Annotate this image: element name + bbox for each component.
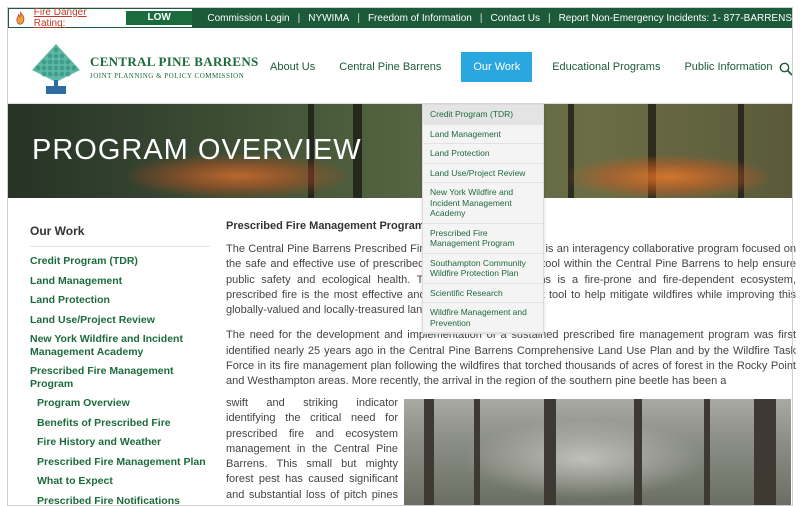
contact-us-link[interactable]: Contact Us <box>490 13 539 24</box>
sidebar-subitem-program-overview[interactable]: Program Overview <box>30 397 210 410</box>
dropdown-item-scientific-research[interactable]: Scientific Research <box>423 284 543 303</box>
search-icon[interactable] <box>779 62 793 76</box>
dropdown-item-southampton-plan[interactable]: Southampton Community Wildfire Protectio… <box>423 254 543 284</box>
beetle-paragraph: swift and striking indicator identifying… <box>226 397 398 506</box>
flame-icon <box>16 11 25 25</box>
dropdown-item-land-use[interactable]: Land Use/Project Review <box>423 164 543 183</box>
hero-banner: PROGRAM OVERVIEW <box>8 104 792 198</box>
tree-trunk <box>754 399 776 506</box>
sidebar-item-land-protection[interactable]: Land Protection <box>30 294 210 307</box>
utility-bar: Fire Danger Rating: LOW Commission Login… <box>8 7 792 29</box>
dropdown-item-wildfire-academy[interactable]: New York Wildfire and Incident Managemen… <box>423 183 543 224</box>
nywima-link[interactable]: NYWIMA <box>308 13 349 24</box>
nav-educational-programs[interactable]: Educational Programs <box>540 52 672 82</box>
sidebar-heading: Our Work <box>30 218 210 247</box>
fire-danger-label[interactable]: Fire Danger Rating: <box>34 7 112 29</box>
sidebar-item-prescribed-fire[interactable]: Prescribed Fire Management Program <box>30 365 210 390</box>
tree-trunk <box>544 399 556 506</box>
sidebar: Our Work Credit Program (TDR) Land Manag… <box>30 218 210 506</box>
report-incidents-link[interactable]: Report Non-Emergency Incidents: 1- 877-B… <box>559 13 792 24</box>
tree-trunk <box>704 399 710 506</box>
separator: | <box>547 12 551 24</box>
utility-links: Commission Login | NYWIMA | Freedom of I… <box>193 13 792 24</box>
sidebar-item-wildfire-academy[interactable]: New York Wildfire and Incident Managemen… <box>30 333 210 358</box>
smoke <box>464 419 704 499</box>
logo-subtitle: JOINT PLANNING & POLICY COMMISSION <box>90 72 245 80</box>
tree-trunk <box>474 399 480 506</box>
fire-glow <box>568 156 768 198</box>
nav-about-us[interactable]: About Us <box>258 52 327 82</box>
site-header: CENTRAL PINE BARRENS JOINT PLANNING & PO… <box>8 28 793 104</box>
forest-smoke-photo <box>404 399 791 506</box>
history-paragraph: The need for the development and impleme… <box>226 329 796 388</box>
nav-our-work[interactable]: Our Work <box>461 52 533 82</box>
separator: | <box>479 12 483 24</box>
sidebar-subitem-what-to-expect[interactable]: What to Expect <box>30 475 210 488</box>
dropdown-item-prescribed-fire[interactable]: Prescribed Fire Management Program <box>423 224 543 254</box>
page-title: PROGRAM OVERVIEW <box>32 134 362 166</box>
dropdown-item-land-protection[interactable]: Land Protection <box>423 144 543 164</box>
fire-danger-box[interactable]: Fire Danger Rating: LOW <box>8 7 194 29</box>
sidebar-subitem-fire-history[interactable]: Fire History and Weather <box>30 436 210 449</box>
dropdown-item-wildfire-management[interactable]: Wildfire Management and Prevention <box>423 303 543 333</box>
commission-login-link[interactable]: Commission Login <box>207 13 289 24</box>
foi-link[interactable]: Freedom of Information <box>368 13 472 24</box>
nav-central-pine-barrens[interactable]: Central Pine Barrens <box>327 52 453 82</box>
sidebar-subitem-management-plan[interactable]: Prescribed Fire Management Plan <box>30 456 210 469</box>
our-work-dropdown: Credit Program (TDR) Land Management Lan… <box>422 104 544 334</box>
tree-trunk <box>424 399 434 506</box>
pine-tree-logo-icon[interactable] <box>30 42 82 96</box>
sidebar-item-land-management[interactable]: Land Management <box>30 275 210 288</box>
main-nav: About Us Central Pine Barrens Our Work E… <box>258 52 785 82</box>
sidebar-item-credit-program[interactable]: Credit Program (TDR) <box>30 255 210 268</box>
sidebar-item-land-use[interactable]: Land Use/Project Review <box>30 314 210 327</box>
logo-title[interactable]: CENTRAL PINE BARRENS <box>90 54 259 70</box>
tree-trunk <box>634 399 642 506</box>
sidebar-subitem-notifications[interactable]: Prescribed Fire Notifications <box>30 495 210 506</box>
fire-danger-level: LOW <box>126 11 193 25</box>
nav-public-information[interactable]: Public Information <box>672 52 784 82</box>
separator: | <box>357 12 360 24</box>
dropdown-item-credit-program[interactable]: Credit Program (TDR) <box>423 105 543 125</box>
separator: | <box>297 12 301 24</box>
sidebar-subitem-benefits[interactable]: Benefits of Prescribed Fire <box>30 417 210 430</box>
dropdown-item-land-management[interactable]: Land Management <box>423 125 543 144</box>
